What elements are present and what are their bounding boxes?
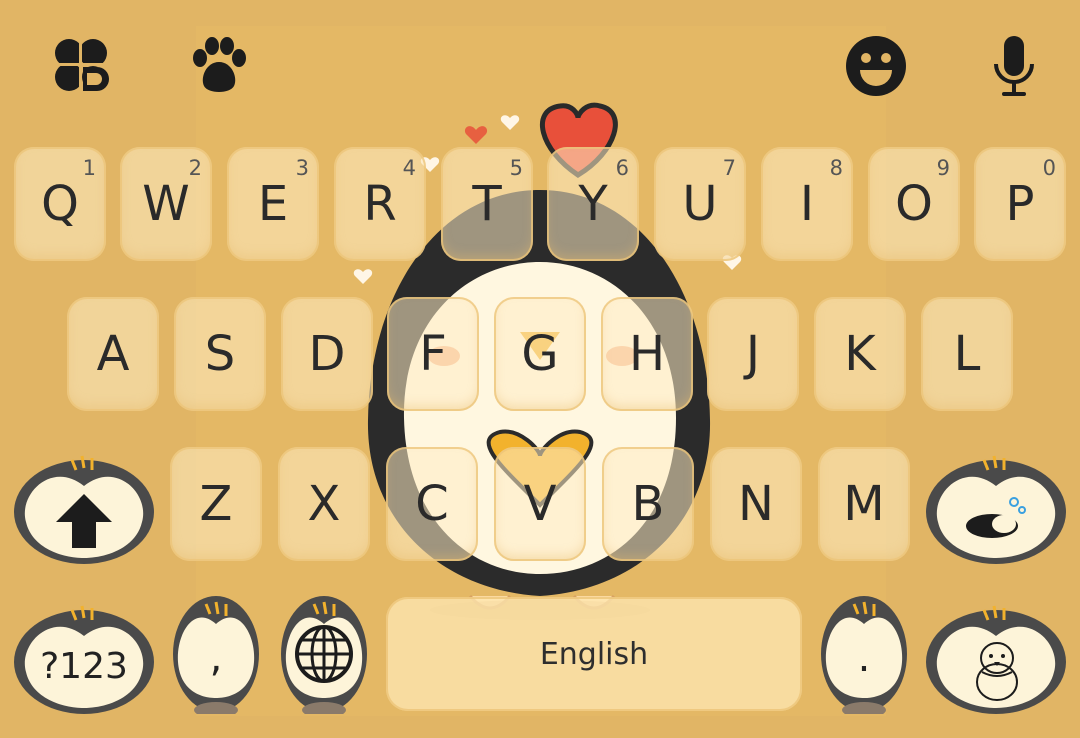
key-label: U [682,176,718,232]
key-q[interactable]: Q1 [14,147,106,261]
shift-key[interactable] [12,446,156,564]
key-hint: 0 [1042,156,1056,180]
key-label: X [307,476,341,532]
key-hint: 8 [829,156,843,180]
sticker-key[interactable] [924,596,1068,714]
key-label: J [745,326,761,382]
comma-key[interactable]: , [172,594,260,718]
key-label: F [419,326,447,382]
space-bar[interactable]: English [386,597,802,711]
key-label: Q [41,176,79,232]
key-p[interactable]: P0 [974,147,1066,261]
key-label: D [308,326,346,382]
key-r[interactable]: R4 [334,147,426,261]
key-hint: 4 [402,156,416,180]
key-label: G [521,326,559,382]
key-label: N [738,476,774,532]
keyboard: Q1 W2 E3 R4 T5 Y6 U7 I8 O9 P0 A S D F G … [0,0,1080,738]
key-label: A [96,326,130,382]
key-d[interactable]: D [281,297,373,411]
key-x[interactable]: X [278,447,370,561]
key-hint: 9 [936,156,950,180]
key-i[interactable]: I8 [761,147,853,261]
key-h[interactable]: H [601,297,693,411]
key-label: R [363,176,397,232]
sleeping-penguin-icon [966,497,1026,538]
key-label: C [415,476,449,532]
key-t[interactable]: T5 [441,147,533,261]
key-label: S [204,326,236,382]
key-s[interactable]: S [174,297,266,411]
microphone-icon[interactable] [981,33,1047,99]
key-hint: 7 [722,156,736,180]
key-label: Z [199,476,233,532]
key-hint: 1 [82,156,96,180]
key-hint: 6 [615,156,629,180]
key-hint: 3 [295,156,309,180]
key-label: H [628,326,666,382]
key-z[interactable]: Z [170,447,262,561]
clover-icon[interactable] [48,32,114,98]
key-label: I [799,176,815,232]
period-key-label: . [857,635,871,681]
enter-key[interactable] [924,446,1068,564]
language-key[interactable] [280,594,368,718]
key-label: Y [578,176,608,232]
penguin-sticker-icon [976,642,1018,701]
key-k[interactable]: K [814,297,906,411]
key-label: L [953,326,981,382]
key-w[interactable]: W2 [120,147,212,261]
key-label: B [631,476,665,532]
key-o[interactable]: O9 [868,147,960,261]
symbols-key-label: ?123 [40,645,128,687]
comma-key-label: , [209,635,223,681]
key-hint: 2 [188,156,202,180]
space-bar-label: English [539,636,649,672]
key-y[interactable]: Y6 [547,147,639,261]
key-a[interactable]: A [67,297,159,411]
paw-icon[interactable] [186,32,252,98]
emoji-icon[interactable] [843,33,909,99]
key-label: T [472,176,502,232]
key-label: P [1005,176,1035,232]
shift-arrow-icon [56,494,112,548]
key-n[interactable]: N [710,447,802,561]
key-label: K [844,326,876,382]
key-v[interactable]: V [494,447,586,561]
key-b[interactable]: B [602,447,694,561]
period-key[interactable]: . [820,594,908,718]
key-label: W [142,176,190,232]
key-j[interactable]: J [707,297,799,411]
symbols-key[interactable]: ?123 [12,596,156,714]
key-g[interactable]: G [494,297,586,411]
globe-icon [295,625,353,683]
key-label: M [843,476,885,532]
key-f[interactable]: F [387,297,479,411]
key-e[interactable]: E3 [227,147,319,261]
key-l[interactable]: L [921,297,1013,411]
key-label: V [523,476,557,532]
key-u[interactable]: U7 [654,147,746,261]
key-c[interactable]: C [386,447,478,561]
key-hint: 5 [509,156,523,180]
key-label: E [257,176,289,232]
key-label: O [895,176,933,232]
key-m[interactable]: M [818,447,910,561]
